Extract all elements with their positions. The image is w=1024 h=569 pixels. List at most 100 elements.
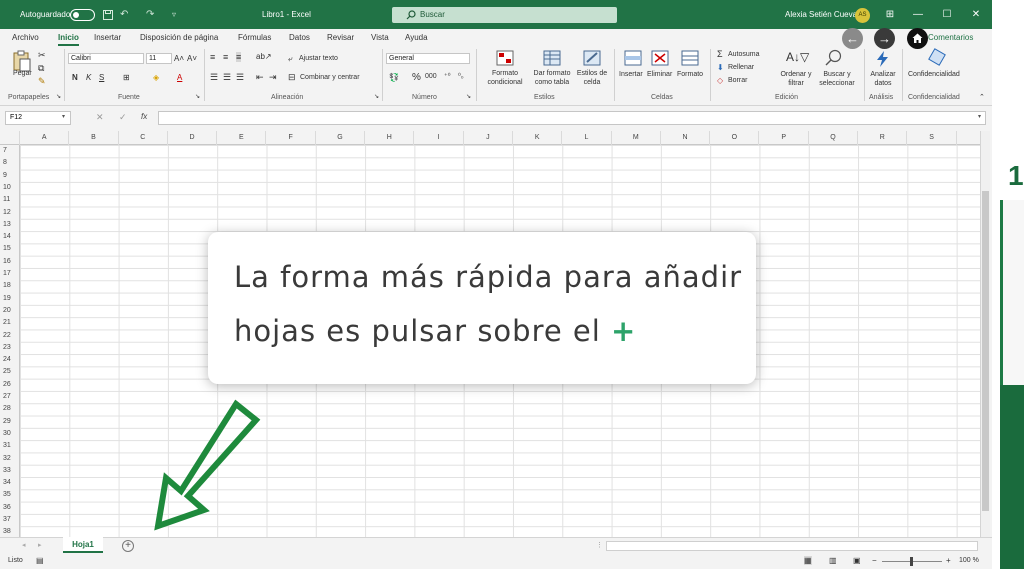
orientation-icon[interactable]: ab↗ (256, 52, 272, 61)
column-header-f[interactable]: F (267, 131, 316, 145)
row-header-12[interactable]: 12 (0, 207, 20, 219)
column-header-b[interactable]: B (69, 131, 119, 145)
column-header-q[interactable]: Q (809, 131, 859, 145)
next-sheet-icon[interactable]: ▸ (38, 541, 42, 549)
cell-styles-button[interactable]: Estilos de celda (575, 69, 609, 87)
formula-input[interactable] (158, 111, 986, 125)
confirm-entry-icon[interactable]: ✓ (119, 112, 127, 123)
clear-button[interactable]: Borrar (728, 77, 747, 84)
column-header-n[interactable]: N (661, 131, 711, 145)
sheet-tab-hoja1[interactable]: Hoja1 (63, 537, 103, 553)
column-header-k[interactable]: K (513, 131, 563, 145)
increase-decimal-icon[interactable]: ⁺⁰ (444, 72, 451, 80)
name-box-dropdown-icon[interactable]: ▾ (62, 113, 65, 120)
column-header-c[interactable]: C (119, 131, 168, 145)
macro-record-icon[interactable]: ▤ (36, 556, 44, 565)
cut-icon[interactable]: ✂ (38, 50, 46, 61)
home-nav-button[interactable] (907, 28, 928, 49)
row-header-31[interactable]: 31 (0, 440, 20, 452)
tab-inicio[interactable]: Inicio (58, 29, 79, 46)
row-header-11[interactable]: 11 (0, 194, 20, 206)
zoom-in-icon[interactable]: + (946, 556, 951, 565)
tab-disposicion[interactable]: Disposición de página (140, 29, 218, 46)
maximize-icon[interactable]: ☐ (932, 0, 962, 29)
zoom-slider-thumb[interactable] (910, 557, 913, 566)
back-nav-button[interactable]: ← (842, 28, 863, 49)
close-icon[interactable]: ✕ (961, 0, 991, 29)
column-header-s[interactable]: S (907, 131, 957, 145)
avatar[interactable]: AS (855, 8, 870, 23)
insert-function-icon[interactable]: fx (141, 112, 147, 121)
row-header-25[interactable]: 25 (0, 366, 20, 378)
row-header-7[interactable]: 7 (0, 145, 20, 157)
forward-nav-button[interactable]: → (874, 28, 895, 49)
row-header-36[interactable]: 36 (0, 502, 20, 514)
vertical-scroll-thumb[interactable] (982, 191, 989, 511)
font-launcher-icon[interactable]: ↘ (195, 93, 200, 100)
search-box[interactable]: Buscar (392, 7, 617, 23)
tab-revisar[interactable]: Revisar (327, 29, 354, 46)
page-layout-icon[interactable]: ▥ (829, 556, 837, 565)
column-header-o[interactable]: O (710, 131, 760, 145)
row-header-30[interactable]: 30 (0, 428, 20, 440)
collapse-ribbon-icon[interactable]: ⌃ (979, 93, 985, 101)
column-header-m[interactable]: M (612, 131, 661, 145)
delete-cells-button[interactable]: Eliminar (647, 71, 672, 78)
tab-insertar[interactable]: Insertar (94, 29, 121, 46)
row-header-16[interactable]: 16 (0, 256, 20, 268)
row-header-28[interactable]: 28 (0, 403, 20, 415)
row-header-14[interactable]: 14 (0, 231, 20, 243)
column-header-d[interactable]: D (168, 131, 218, 145)
sensitivity-button[interactable]: Confidencialidad (908, 71, 960, 78)
align-left-icon[interactable]: ☰ (210, 72, 218, 83)
align-middle-icon[interactable]: ≡ (223, 52, 228, 62)
add-sheet-button[interactable]: + (122, 540, 134, 552)
thousands-icon[interactable]: 000 (425, 73, 437, 80)
underline-icon[interactable]: S (99, 73, 104, 82)
row-header-27[interactable]: 27 (0, 391, 20, 403)
wrap-text-button[interactable]: Ajustar texto (299, 55, 338, 62)
row-header-13[interactable]: 13 (0, 219, 20, 231)
vertical-scrollbar[interactable] (980, 131, 990, 537)
number-launcher-icon[interactable]: ↘ (466, 93, 471, 100)
row-header-37[interactable]: 37 (0, 514, 20, 526)
bold-icon[interactable]: N (72, 73, 78, 82)
column-header-p[interactable]: P (760, 131, 809, 145)
analyze-data-button[interactable]: Analizar datos (868, 70, 898, 88)
page-break-icon[interactable]: ▣ (853, 556, 861, 565)
row-header-8[interactable]: 8 (0, 157, 20, 169)
column-header-l[interactable]: L (562, 131, 612, 145)
row-header-9[interactable]: 9 (0, 170, 20, 182)
row-header-34[interactable]: 34 (0, 477, 20, 489)
row-header-35[interactable]: 35 (0, 489, 20, 501)
zoom-out-icon[interactable]: − (872, 556, 877, 565)
alignment-launcher-icon[interactable]: ↘ (374, 93, 379, 100)
row-header-24[interactable]: 24 (0, 354, 20, 366)
row-header-22[interactable]: 22 (0, 330, 20, 342)
decrease-decimal-icon[interactable]: ⁰₀ (458, 72, 464, 80)
column-header-r[interactable]: R (858, 131, 908, 145)
select-all-corner[interactable] (0, 131, 20, 145)
align-right-icon[interactable]: ☰ (236, 72, 244, 83)
align-top-icon[interactable]: ≡ (210, 52, 215, 62)
format-as-table-button[interactable]: Dar formato como tabla (529, 69, 575, 87)
minimize-icon[interactable]: — (903, 0, 933, 29)
cancel-entry-icon[interactable]: ✕ (96, 112, 104, 123)
row-header-29[interactable]: 29 (0, 416, 20, 428)
customize-qat-icon[interactable]: ▿ (172, 10, 182, 20)
column-header-h[interactable]: H (365, 131, 415, 145)
tab-archivo[interactable]: Archivo (12, 29, 39, 46)
borders-icon[interactable]: ⊞ (123, 73, 130, 82)
zoom-level[interactable]: 100 % (959, 557, 979, 564)
font-name-select[interactable]: Calibri (68, 53, 144, 64)
row-header-26[interactable]: 26 (0, 379, 20, 391)
tab-formulas[interactable]: Fórmulas (238, 29, 271, 46)
tab-datos[interactable]: Datos (289, 29, 310, 46)
sheet-splitter[interactable]: ⋮ (596, 541, 603, 549)
font-color-icon[interactable]: A (177, 73, 182, 82)
column-header-i[interactable]: I (414, 131, 464, 145)
font-size-select[interactable]: 11 (146, 53, 172, 64)
currency-icon[interactable]: 💱 (389, 73, 399, 82)
row-header-10[interactable]: 10 (0, 182, 20, 194)
prev-sheet-icon[interactable]: ◂ (22, 541, 26, 549)
